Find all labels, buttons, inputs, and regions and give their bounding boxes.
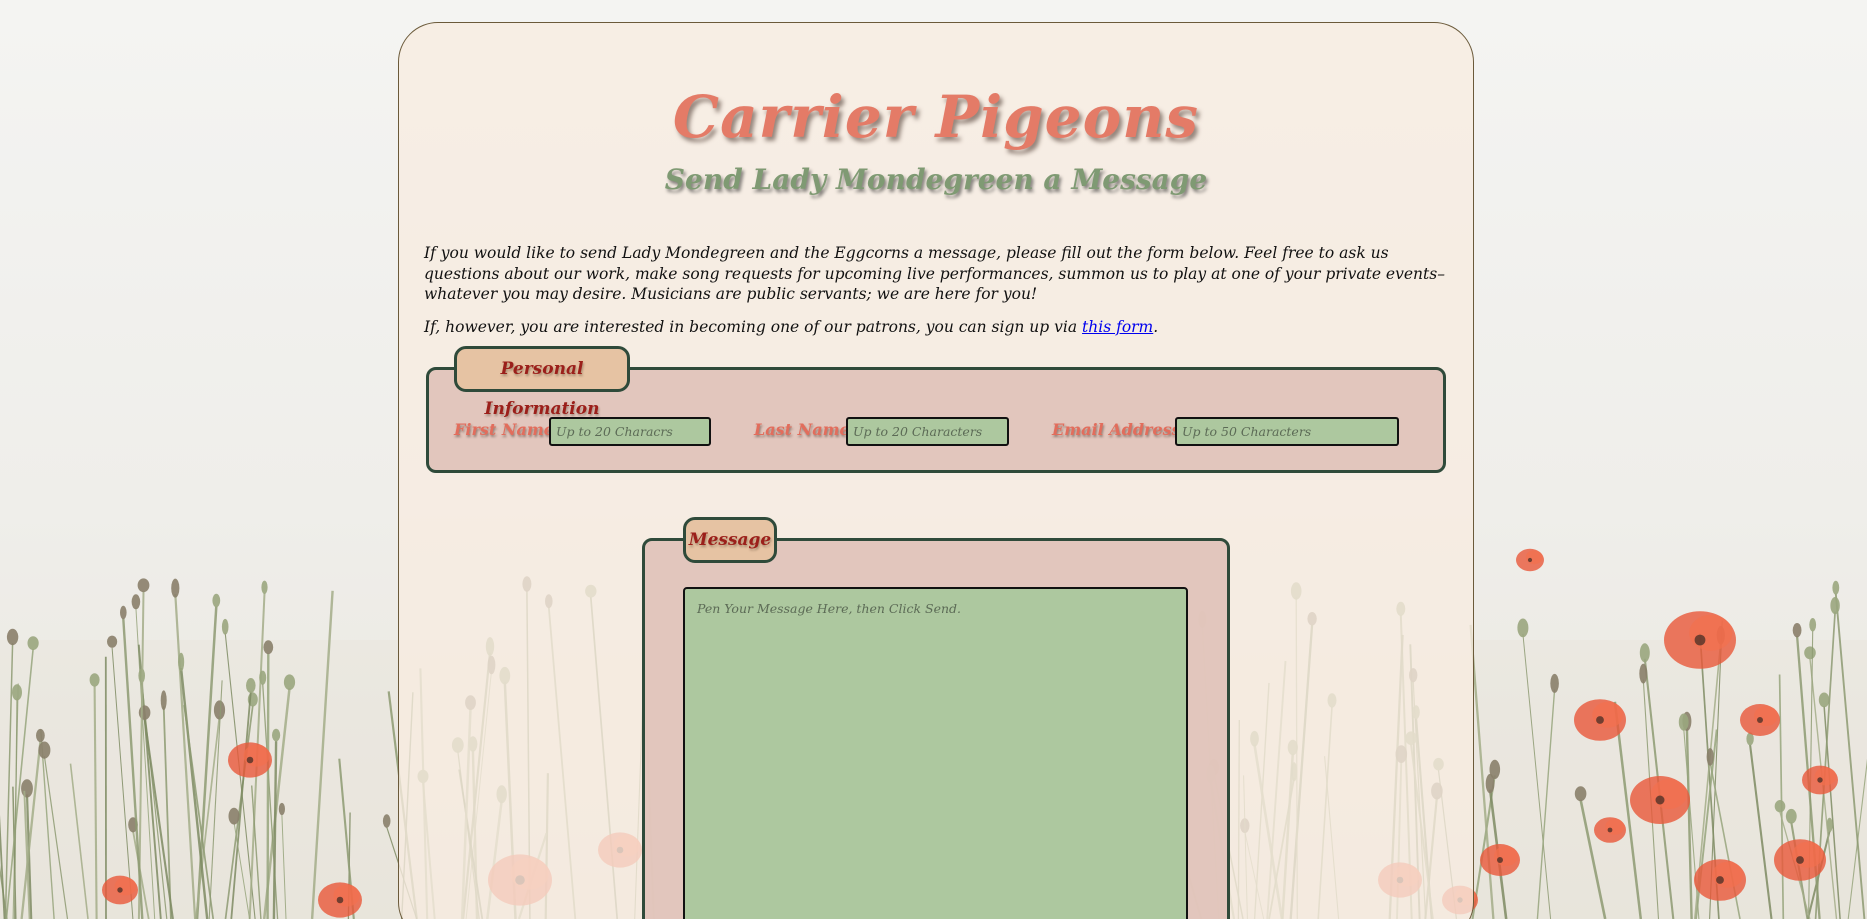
poppy-bud <box>160 690 167 711</box>
poppy-bud <box>171 578 180 598</box>
poppy-bud <box>221 618 229 635</box>
poppy-bud <box>246 678 256 693</box>
poppy-center <box>1694 634 1706 646</box>
patron-text: If, however, you are interested in becom… <box>424 318 1083 336</box>
poppy-center <box>1655 795 1665 805</box>
poppy-bud <box>1678 713 1689 731</box>
patron-text-end: . <box>1153 318 1159 336</box>
poppy-bud <box>1574 786 1587 802</box>
personal-info-legend: Personal Information <box>454 346 630 419</box>
patron-form-link[interactable]: this form <box>1082 318 1153 336</box>
poppy-petal <box>1592 701 1624 728</box>
patron-paragraph: If, however, you are interested in becom… <box>424 317 1454 338</box>
poppy-bud <box>283 674 296 690</box>
poppy-bud <box>27 636 39 650</box>
poppy-petal <box>1689 614 1733 651</box>
poppy-petal <box>1605 818 1625 835</box>
poppy-petal <box>1494 846 1518 866</box>
poppy-petal <box>243 744 270 767</box>
poppy-center <box>1757 717 1763 723</box>
poppy-bud <box>36 728 45 743</box>
poppy-center <box>117 887 123 893</box>
content-card: Carrier Pigeons Send Lady Mondegreen a M… <box>398 22 1474 919</box>
email-address-label: Email Address: <box>1052 420 1187 439</box>
last-name-label: Last Name: <box>754 420 856 439</box>
poppy-bud <box>21 779 33 798</box>
poppy-center <box>1527 557 1533 563</box>
poppy-bud <box>89 673 100 687</box>
poppy-bud <box>178 652 185 672</box>
poppy-bud <box>1809 618 1817 632</box>
last-name-input[interactable] <box>846 417 1009 446</box>
poppy-center <box>1796 856 1804 864</box>
poppy-center <box>1817 777 1823 783</box>
poppy-bud <box>259 670 267 685</box>
poppy-bud <box>212 593 221 608</box>
poppy-bud <box>137 578 150 593</box>
poppy-petal <box>114 877 137 896</box>
poppy-bud <box>1639 643 1650 663</box>
message-textarea[interactable] <box>683 587 1188 919</box>
poppy-bud <box>1774 800 1786 813</box>
poppy-bud <box>1832 580 1840 595</box>
poppy-center <box>1497 857 1503 863</box>
poppy-bud <box>382 814 391 828</box>
poppy-petal <box>1814 767 1837 786</box>
poppy-bud <box>1818 692 1830 708</box>
first-name-label: First Name: <box>454 420 560 439</box>
poppy-bud <box>1550 673 1559 693</box>
poppy-stem <box>266 653 270 919</box>
page-subtitle: Send Lady Mondegreen a Message <box>664 163 1208 196</box>
poppy-bud <box>1785 808 1797 824</box>
poppy-petal <box>1792 841 1824 868</box>
first-name-input[interactable] <box>549 417 711 446</box>
poppy-bud <box>38 741 51 759</box>
poppy-center <box>1607 827 1613 833</box>
poppy-bud <box>12 684 22 701</box>
poppy-bud <box>213 700 226 720</box>
poppy-bud <box>278 802 285 816</box>
poppy-bud <box>107 635 118 648</box>
poppy-bud <box>1485 773 1495 794</box>
poppy-bud <box>1830 597 1840 615</box>
poppy-petal <box>333 884 360 907</box>
poppy-bud <box>1792 623 1802 638</box>
poppy-center <box>1596 716 1604 724</box>
intro-paragraph: If you would like to send Lady Mondegree… <box>424 244 1445 303</box>
poppy-petal <box>1525 550 1543 565</box>
poppy-bud <box>6 628 19 646</box>
poppy-bud <box>1517 618 1529 638</box>
poppy-bud <box>1706 748 1714 766</box>
poppy-bud <box>272 728 281 742</box>
poppy-bud <box>1804 646 1816 660</box>
poppy-petal <box>1754 706 1778 726</box>
poppy-bud <box>228 807 240 825</box>
page-title: Carrier Pigeons <box>672 83 1200 151</box>
email-address-input[interactable] <box>1175 417 1399 446</box>
poppy-bud <box>131 594 141 610</box>
poppy-center <box>246 756 254 764</box>
poppy-bud <box>120 605 127 620</box>
poppy-petal <box>1712 861 1744 888</box>
poppy-center <box>336 896 344 904</box>
poppy-petal <box>1651 779 1687 809</box>
poppy-bud <box>261 580 268 594</box>
poppy-bud <box>263 640 274 655</box>
poppy-center <box>1716 876 1724 884</box>
poppy-bud <box>1639 663 1648 684</box>
message-legend: Message <box>683 517 777 563</box>
poppy-bud <box>138 705 151 720</box>
